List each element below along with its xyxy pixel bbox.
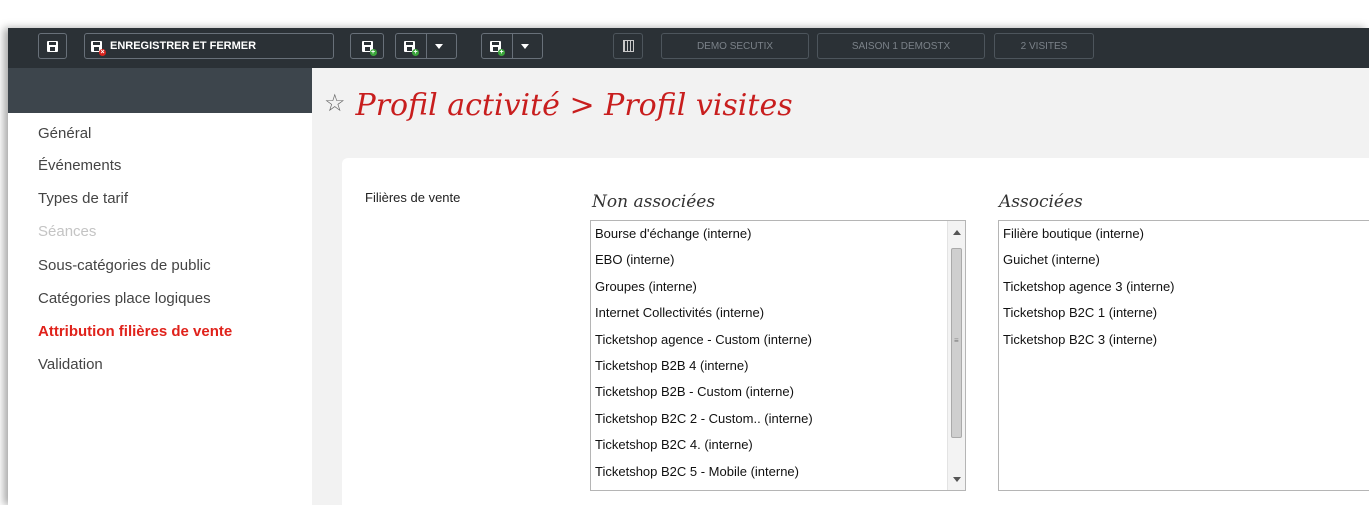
scroll-up-icon[interactable] bbox=[953, 230, 961, 235]
sidebar-item-events[interactable]: Événements bbox=[38, 157, 121, 174]
sidebar-item-sales-channels[interactable]: Attribution filières de vente bbox=[38, 323, 232, 340]
sidebar-item-logical-seat-categories[interactable]: Catégories place logiques bbox=[38, 290, 211, 307]
list-item[interactable]: Ticketshop B2C 3 (interne) bbox=[999, 327, 1369, 353]
list-item[interactable]: Ticketshop B2B 4 (interne) bbox=[591, 353, 965, 379]
sidebar-item-tariff-types[interactable]: Types de tarif bbox=[38, 190, 128, 207]
list-item[interactable]: Ticketshop B2C 2 - Custom.. (interne) bbox=[591, 406, 965, 432]
save-duplicate-icon: + bbox=[404, 40, 419, 56]
save-other-button[interactable]: + bbox=[481, 33, 543, 59]
sidebar-item-validation[interactable]: Validation bbox=[38, 356, 103, 373]
save-duplicate-button[interactable]: + bbox=[395, 33, 457, 59]
sidebar: Général Événements Types de tarif Séance… bbox=[8, 113, 312, 505]
context-product[interactable]: 2 VISITES bbox=[994, 33, 1094, 59]
save-and-close-label: ENREGISTRER ET FERMER bbox=[110, 40, 257, 52]
context-organization[interactable]: DEMO SECUTIX bbox=[661, 33, 809, 59]
save-close-icon: × bbox=[91, 40, 106, 56]
sidebar-item-sessions: Séances bbox=[38, 223, 97, 240]
list-item[interactable]: Filière boutique (interne) bbox=[999, 221, 1369, 247]
list-item[interactable]: Ticketshop B2C 4. (interne) bbox=[591, 432, 965, 458]
save-other-icon: + bbox=[490, 40, 505, 56]
list-item[interactable]: Groupes (interne) bbox=[591, 274, 965, 300]
sidebar-header bbox=[8, 68, 312, 113]
list-item[interactable]: Ticketshop B2C 5 - Mobile (interne) bbox=[591, 459, 965, 485]
list-item[interactable]: Guichet (interne) bbox=[999, 247, 1369, 273]
page-title: ☆ Profil activité > Profil visites bbox=[324, 88, 793, 123]
save-button[interactable] bbox=[38, 33, 67, 59]
scrollbar[interactable]: ≡ bbox=[947, 221, 965, 490]
app-window: × ENREGISTRER ET FERMER + + + DEMO SECUT… bbox=[8, 28, 1369, 505]
scroll-down-icon[interactable] bbox=[953, 477, 961, 482]
save-new-button[interactable]: + bbox=[350, 33, 384, 59]
star-icon[interactable]: ☆ bbox=[324, 89, 346, 117]
dropdown-caret-icon[interactable] bbox=[521, 43, 529, 49]
calendar-icon bbox=[622, 40, 634, 52]
calendar-button[interactable] bbox=[613, 33, 643, 59]
scroll-thumb[interactable]: ≡ bbox=[951, 248, 962, 438]
toolbar: × ENREGISTRER ET FERMER + + + DEMO SECUT… bbox=[8, 28, 1369, 68]
dropdown-caret-icon[interactable] bbox=[435, 43, 443, 49]
sidebar-item-audience-subcategories[interactable]: Sous-catégories de public bbox=[38, 257, 211, 274]
associated-heading: Associées bbox=[999, 192, 1083, 212]
list-item[interactable]: Bourse d'échange (interne) bbox=[591, 221, 965, 247]
context-season[interactable]: SAISON 1 DEMOSTX bbox=[817, 33, 985, 59]
save-new-icon: + bbox=[361, 40, 377, 56]
list-item[interactable]: Ticketshop B2C 1 (interne) bbox=[999, 300, 1369, 326]
save-and-close-button[interactable]: × ENREGISTRER ET FERMER bbox=[84, 33, 334, 59]
page-title-text: Profil activité > Profil visites bbox=[355, 88, 793, 123]
form-panel: Filières de vente Non associées Associée… bbox=[342, 158, 1369, 505]
list-item[interactable]: Ticketshop B2B - Custom (interne) bbox=[591, 379, 965, 405]
sales-channels-label: Filières de vente bbox=[365, 190, 461, 205]
list-item[interactable]: Ticketshop agence 3 (interne) bbox=[999, 274, 1369, 300]
non-associated-heading: Non associées bbox=[592, 192, 716, 212]
non-associated-list[interactable]: Bourse d'échange (interne) EBO (interne)… bbox=[590, 220, 966, 491]
associated-list[interactable]: Filière boutique (interne) Guichet (inte… bbox=[998, 220, 1369, 491]
save-icon bbox=[47, 40, 58, 52]
list-item[interactable]: Ticketshop agence - Custom (interne) bbox=[591, 327, 965, 353]
list-item[interactable]: Internet Collectivités (interne) bbox=[591, 300, 965, 326]
sidebar-item-general[interactable]: Général bbox=[38, 125, 91, 142]
list-item[interactable]: EBO (interne) bbox=[591, 247, 965, 273]
